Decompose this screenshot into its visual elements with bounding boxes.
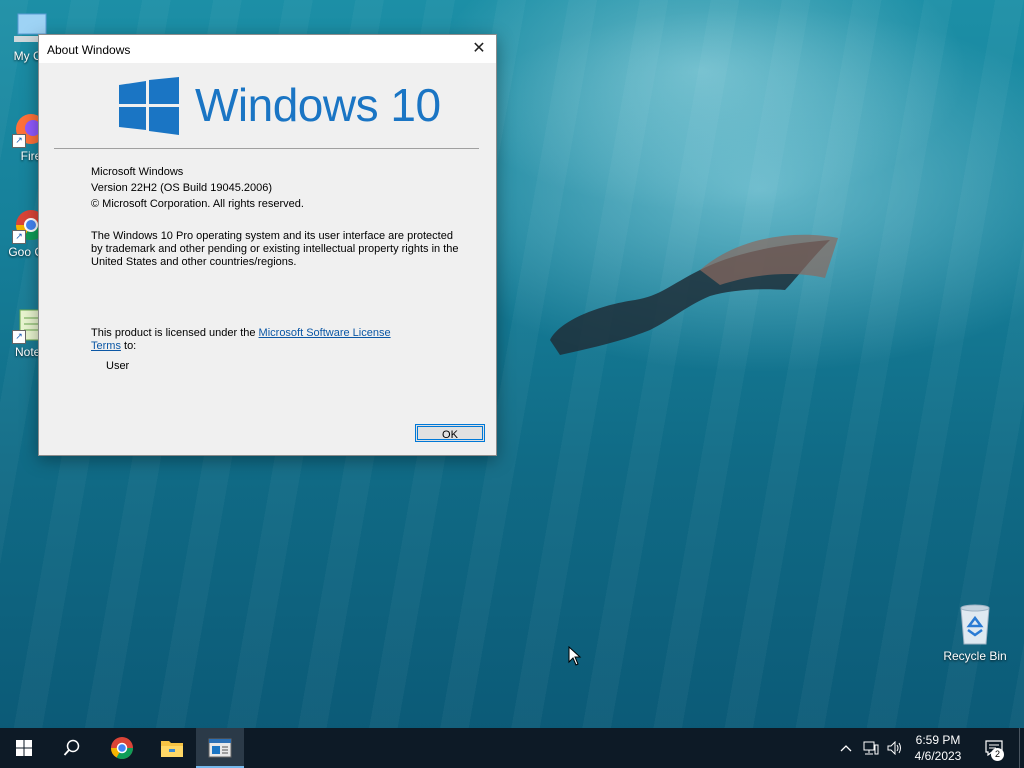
ok-button[interactable]: OK	[415, 424, 485, 442]
shortcut-arrow-icon: ↗	[12, 330, 26, 344]
about-windows-dialog: About Windows ✕ Windows 10 Microsoft Win…	[38, 34, 497, 456]
dialog-titlebar[interactable]: About Windows ✕	[39, 35, 496, 63]
taskbar-winver-button[interactable]	[196, 728, 244, 768]
speaker-icon	[887, 741, 901, 755]
show-hidden-icons-button[interactable]	[836, 728, 856, 768]
start-button[interactable]	[0, 728, 48, 768]
windows-logo-icon	[119, 77, 179, 135]
recycle-bin-icon	[960, 604, 990, 645]
licensed-user: User	[106, 360, 130, 372]
wallpaper-diver	[550, 234, 838, 355]
windows-start-icon	[16, 740, 32, 756]
search-icon	[63, 739, 80, 756]
desktop-icon-recycle-bin[interactable]: Recycle Bin	[940, 602, 1010, 663]
shortcut-arrow-icon: ↗	[12, 230, 26, 244]
clock-date: 4/6/2023	[914, 749, 962, 763]
taskbar-file-explorer-button[interactable]	[148, 728, 196, 768]
description-text: The Windows 10 Pro operating system and …	[91, 230, 459, 268]
copyright-text: © Microsoft Corporation. All rights rese…	[91, 198, 304, 210]
clock-time: 6:59 PM	[915, 733, 961, 747]
chrome-icon	[111, 737, 133, 759]
product-name: Microsoft Windows	[91, 166, 184, 178]
network-icon	[863, 741, 879, 755]
clock-button[interactable]: 6:59 PM 4/6/2023	[908, 732, 968, 764]
license-text: This product is licensed under the Micro…	[91, 327, 391, 352]
divider	[54, 148, 479, 149]
show-desktop-button[interactable]	[1019, 728, 1024, 768]
mouse-cursor-icon	[568, 646, 582, 666]
taskbar-search-button[interactable]	[48, 728, 96, 768]
taskbar: 6:59 PM 4/6/2023 2	[0, 728, 1024, 768]
folder-icon	[161, 741, 183, 757]
window-app-icon	[208, 738, 232, 758]
close-button[interactable]: ✕	[462, 35, 496, 63]
volume-tray-button[interactable]	[884, 728, 906, 768]
version-text: Version 22H2 (OS Build 19045.2006)	[91, 182, 273, 194]
notification-count-badge: 2	[991, 748, 1004, 761]
taskbar-chrome-button[interactable]	[98, 728, 146, 768]
windows-logo-area: Windows 10	[39, 63, 496, 151]
windows-logo-text: Windows 10	[195, 79, 441, 131]
chevron-up-icon	[840, 745, 852, 752]
network-tray-button[interactable]	[860, 728, 882, 768]
shortcut-arrow-icon: ↗	[12, 134, 26, 148]
dialog-title: About Windows	[47, 43, 131, 57]
